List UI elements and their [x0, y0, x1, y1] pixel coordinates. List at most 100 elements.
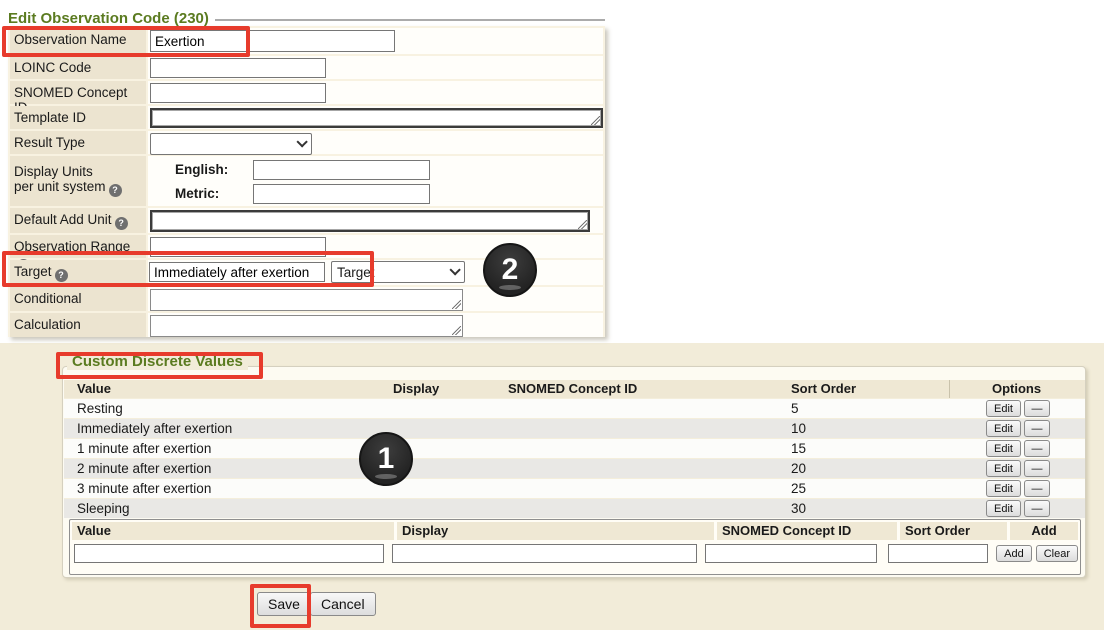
add-button[interactable]: Add [996, 545, 1032, 562]
resize-handle-icon[interactable] [578, 220, 587, 229]
form-row-calculation: Calculation [10, 313, 603, 337]
label-text: Display Units [14, 164, 93, 179]
row-value: Sleeping [77, 501, 130, 516]
row-sort-order: 20 [791, 461, 806, 476]
step-number: 1 [378, 444, 395, 474]
page: Edit Observation Code (230) Observation … [0, 0, 1104, 630]
table-row: Sleeping 30 Edit— [64, 498, 1085, 518]
col-display: Display [393, 381, 439, 396]
add-value-table: Value Display SNOMED Concept ID Sort Ord… [69, 519, 1081, 575]
target-value-input[interactable] [149, 262, 325, 282]
conditional-textarea[interactable] [150, 289, 463, 311]
add-display-input[interactable] [392, 544, 697, 563]
add-snomed-input[interactable] [705, 544, 877, 563]
target-select[interactable]: Target [331, 261, 465, 283]
remove-button[interactable]: — [1024, 500, 1050, 517]
label-text: Template ID [14, 110, 86, 125]
row-value: Immediately after exertion [77, 421, 232, 436]
form-legend: Edit Observation Code (230) [8, 10, 605, 27]
form-row-snomed-concept-id: SNOMED Concept ID [10, 81, 603, 104]
section-title: Custom Discrete Values [67, 353, 248, 370]
observation-range-label: Observation Range? [10, 235, 146, 258]
default-add-unit-label: Default Add Unit? [10, 208, 146, 233]
remove-button[interactable]: — [1024, 440, 1050, 457]
select-value: Target [337, 265, 375, 280]
form-row-result-type: Result Type [10, 131, 603, 154]
save-button[interactable]: Save [257, 592, 311, 616]
remove-button[interactable]: — [1024, 420, 1050, 437]
step-number: 2 [502, 255, 519, 285]
row-sort-order: 10 [791, 421, 806, 436]
table-row: 1 minute after exertion 15 Edit— [64, 438, 1085, 458]
edit-button[interactable]: Edit [986, 400, 1021, 417]
edit-button[interactable]: Edit [986, 480, 1021, 497]
annotation-step-2: 2 [483, 243, 537, 297]
resize-handle-icon[interactable] [452, 300, 461, 309]
result-type-label: Result Type [10, 131, 146, 154]
help-icon[interactable]: ? [115, 217, 128, 230]
remove-button[interactable]: — [1024, 400, 1050, 417]
help-icon[interactable]: ? [55, 269, 68, 282]
clear-button[interactable]: Clear [1036, 545, 1078, 562]
row-value: 3 minute after exertion [77, 481, 211, 496]
discrete-table-header: Value Display SNOMED Concept ID Sort Ord… [64, 380, 1085, 398]
row-value: 1 minute after exertion [77, 441, 211, 456]
result-type-select[interactable] [150, 133, 312, 155]
header-divider [949, 380, 950, 398]
form-row-display-units: Display Units per unit system? English: … [10, 156, 603, 206]
add-col-sort: Sort Order [900, 522, 1007, 540]
edit-button[interactable]: Edit [986, 460, 1021, 477]
add-col-add: Add [1010, 522, 1078, 540]
remove-button[interactable]: — [1024, 480, 1050, 497]
display-units-english-input[interactable] [253, 160, 430, 180]
remove-button[interactable]: — [1024, 460, 1050, 477]
observation-name-input[interactable] [150, 30, 395, 52]
add-sort-input[interactable] [888, 544, 988, 563]
calculation-label: Calculation [10, 313, 146, 337]
snomed-concept-id-label: SNOMED Concept ID [10, 81, 146, 104]
help-icon[interactable]: ? [109, 184, 122, 197]
resize-handle-icon[interactable] [591, 116, 600, 125]
display-units-metric-input[interactable] [253, 184, 430, 204]
form-row-observation-name: Observation Name [10, 28, 603, 54]
col-snomed: SNOMED Concept ID [508, 381, 637, 396]
add-col-snomed: SNOMED Concept ID [717, 522, 897, 540]
english-label: English: [175, 162, 228, 177]
metric-label: Metric: [175, 186, 219, 201]
table-row: Immediately after exertion 10 Edit— [64, 418, 1085, 438]
row-value: 2 minute after exertion [77, 461, 211, 476]
resize-handle-icon[interactable] [452, 326, 461, 335]
cancel-button[interactable]: Cancel [310, 592, 376, 616]
snomed-concept-id-input[interactable] [150, 83, 326, 103]
col-options: Options [992, 381, 1041, 396]
add-table-inputs: Add Clear [72, 544, 1078, 563]
row-sort-order: 15 [791, 441, 806, 456]
add-value-input[interactable] [74, 544, 384, 563]
label-text: per unit system [14, 179, 106, 194]
label-text: Calculation [14, 317, 81, 332]
calculation-textarea[interactable] [150, 315, 463, 337]
add-col-display: Display [397, 522, 714, 540]
row-sort-order: 25 [791, 481, 806, 496]
form-row-default-add-unit: Default Add Unit? [10, 208, 603, 233]
table-row: 3 minute after exertion 25 Edit— [64, 478, 1085, 498]
label-text: Default Add Unit [14, 212, 112, 227]
add-col-value: Value [72, 522, 394, 540]
edit-button[interactable]: Edit [986, 440, 1021, 457]
label-text: LOINC Code [14, 60, 91, 75]
edit-button[interactable]: Edit [986, 420, 1021, 437]
default-add-unit-input[interactable] [150, 210, 590, 232]
target-label: Target? [10, 260, 146, 285]
row-value: Resting [77, 401, 123, 416]
template-id-input[interactable] [150, 108, 603, 128]
form-row-template-id: Template ID [10, 106, 603, 129]
col-sort: Sort Order [791, 381, 856, 396]
row-sort-order: 5 [791, 401, 799, 416]
loinc-code-input[interactable] [150, 58, 326, 78]
table-row: 2 minute after exertion 20 Edit— [64, 458, 1085, 478]
edit-button[interactable]: Edit [986, 500, 1021, 517]
observation-range-input[interactable] [150, 237, 326, 257]
display-units-label: Display Units per unit system? [10, 156, 146, 206]
custom-discrete-values-section: Custom Discrete Values Value Display SNO… [62, 366, 1086, 578]
chevron-down-icon [449, 264, 460, 275]
